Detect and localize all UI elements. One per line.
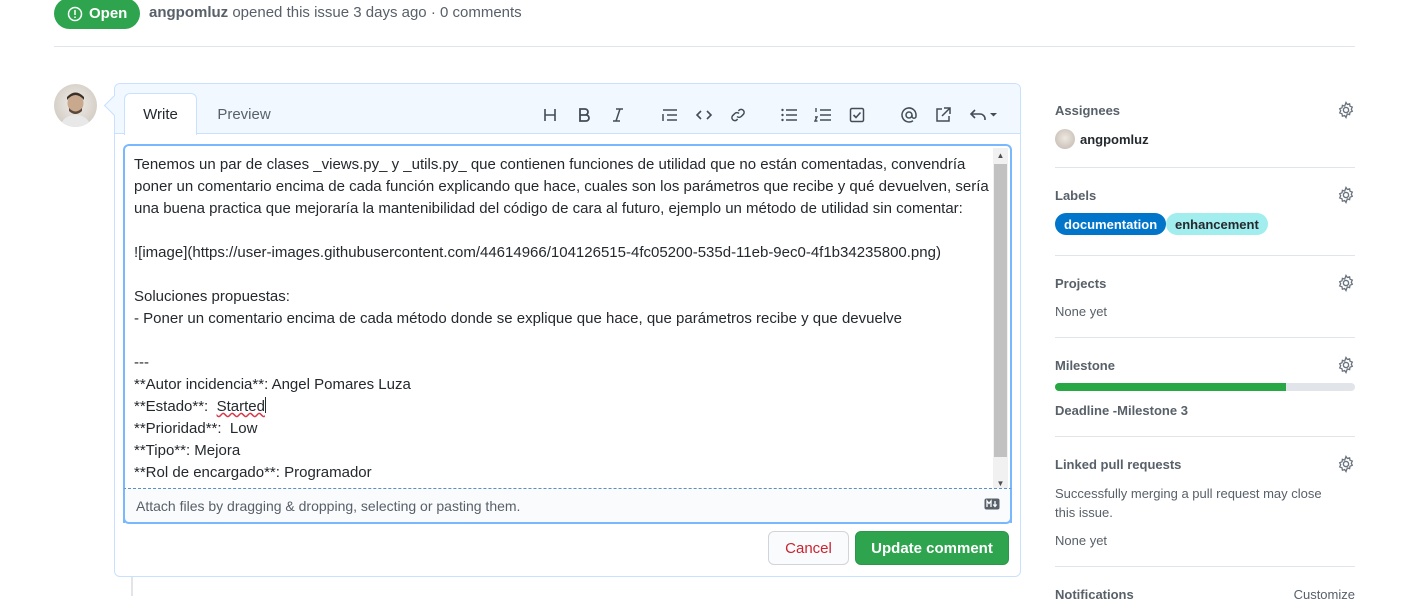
issue-state-label: Open xyxy=(89,5,128,22)
attach-hint: Attach files by dragging & dropping, sel… xyxy=(136,497,521,514)
milestone-section: Milestone xyxy=(1055,356,1355,374)
assignee-item[interactable]: angpomluz xyxy=(1055,129,1355,149)
gear-icon[interactable] xyxy=(1337,101,1355,119)
milestone-progress-fill xyxy=(1055,383,1286,391)
scroll-thumb[interactable] xyxy=(994,164,1007,457)
issue-author-link[interactable]: angpomluz xyxy=(149,4,228,21)
issue-meta: angpomluz opened this issue 3 days ago ·… xyxy=(149,4,522,21)
comment-textarea[interactable]: Tenemos un par de clases _views.py_ y _u… xyxy=(123,144,1012,523)
gear-icon[interactable] xyxy=(1337,274,1355,292)
misspelled-word: Started xyxy=(216,398,265,415)
sidebar-divider xyxy=(1055,566,1355,567)
update-comment-button[interactable]: Update comment xyxy=(855,531,1009,565)
author-avatar[interactable] xyxy=(54,84,97,127)
projects-title: Projects xyxy=(1055,276,1107,291)
cross-reference-icon[interactable] xyxy=(931,103,955,127)
timeline-line xyxy=(131,576,133,596)
quote-icon[interactable] xyxy=(658,103,682,127)
scroll-up-icon[interactable]: ▲ xyxy=(993,148,1008,163)
comment-body: Tenemos un par de clases _views.py_ y _u… xyxy=(134,154,989,484)
sidebar-divider xyxy=(1055,167,1355,168)
italic-icon[interactable] xyxy=(606,103,630,127)
gear-icon[interactable] xyxy=(1337,455,1355,473)
person-icon xyxy=(60,92,91,127)
issue-meta-text: opened this issue 3 days ago · 0 comment… xyxy=(232,4,522,21)
issue-opened-icon xyxy=(67,6,83,21)
notifications-customize-link[interactable]: Customize xyxy=(1294,587,1355,602)
editor-header: Write Preview xyxy=(115,84,1020,135)
comment-body-tail: **Prioridad**: Low **Tipo**: Mejora **Ro… xyxy=(134,420,372,481)
linked-prs-section: Linked pull requests xyxy=(1055,455,1355,473)
textarea-scrollbar[interactable]: ▲ ▼ xyxy=(993,148,1008,491)
notifications-title: Notifications xyxy=(1055,587,1134,602)
issue-state-badge: Open xyxy=(54,0,140,29)
projects-value: None yet xyxy=(1055,304,1108,319)
link-icon[interactable] xyxy=(726,103,750,127)
assignee-name[interactable]: angpomluz xyxy=(1080,132,1149,147)
task-list-icon[interactable] xyxy=(845,103,869,127)
milestone-name[interactable]: Deadline -Milestone 3 xyxy=(1055,403,1188,418)
header-divider xyxy=(54,46,1355,47)
cancel-button[interactable]: Cancel xyxy=(768,531,849,565)
sidebar-divider xyxy=(1055,436,1355,437)
linked-prs-description: Successfully merging a pull request may … xyxy=(1055,486,1322,520)
file-attachment-bar[interactable]: Attach files by dragging & dropping, sel… xyxy=(123,488,1012,524)
comment-editor: Write Preview Tenemos un par de clases _… xyxy=(114,83,1021,577)
labels-section: Labels xyxy=(1055,186,1355,204)
bold-icon[interactable] xyxy=(572,103,596,127)
label-enhancement[interactable]: enhancement xyxy=(1166,213,1268,235)
labels-list: documentation enhancement xyxy=(1055,213,1355,235)
saved-replies-icon[interactable] xyxy=(968,103,1000,127)
assignees-section: Assignees xyxy=(1055,101,1355,119)
gear-icon[interactable] xyxy=(1337,186,1355,204)
heading-icon[interactable] xyxy=(538,103,562,127)
assignee-avatar[interactable] xyxy=(1055,129,1075,149)
mention-icon[interactable] xyxy=(897,103,921,127)
linked-prs-title: Linked pull requests xyxy=(1055,457,1182,472)
assignees-title: Assignees xyxy=(1055,103,1121,118)
markdown-icon[interactable] xyxy=(984,498,1000,510)
text-caret xyxy=(264,397,266,413)
ordered-list-icon[interactable] xyxy=(811,103,835,127)
milestone-progress-bar xyxy=(1055,383,1355,391)
gear-icon[interactable] xyxy=(1337,356,1355,374)
label-documentation[interactable]: documentation xyxy=(1055,213,1167,235)
unordered-list-icon[interactable] xyxy=(777,103,801,127)
comment-body-main: Tenemos un par de clases _views.py_ y _u… xyxy=(134,156,989,415)
markdown-toolbar xyxy=(115,103,1020,127)
sidebar-divider xyxy=(1055,337,1355,338)
linked-prs-value: None yet xyxy=(1055,533,1108,548)
sidebar-divider xyxy=(1055,255,1355,256)
projects-section: Projects xyxy=(1055,274,1355,292)
code-icon[interactable] xyxy=(692,103,716,127)
milestone-title: Milestone xyxy=(1055,358,1115,373)
labels-title: Labels xyxy=(1055,188,1097,203)
